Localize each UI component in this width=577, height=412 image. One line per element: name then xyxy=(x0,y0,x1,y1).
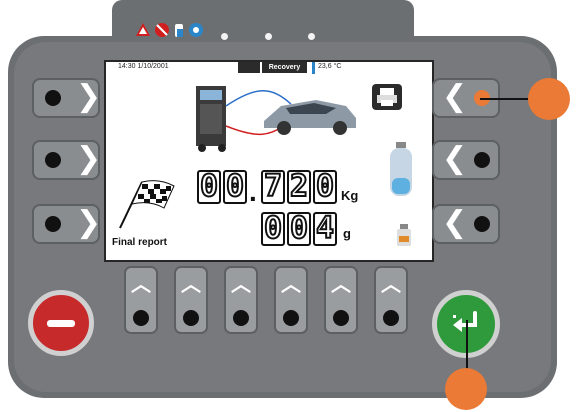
button-dot xyxy=(45,90,61,106)
weight-decimal-point: . xyxy=(249,176,257,207)
callout-marker-bottom xyxy=(445,368,487,410)
amount-digit: 0 xyxy=(261,212,285,246)
chevron-left-icon: ❮ xyxy=(442,205,468,240)
weight-digit: 7 xyxy=(261,170,285,204)
weight-digit: 0 xyxy=(223,170,247,204)
button-dot xyxy=(383,310,399,326)
cancel-button[interactable] xyxy=(28,290,94,356)
car-icon xyxy=(264,100,356,135)
hose-line-top xyxy=(225,90,292,107)
gas-cylinder-icon xyxy=(390,142,412,196)
chevron-right-icon: ❯ xyxy=(76,79,102,114)
chevron-left-icon: ❮ xyxy=(442,141,468,176)
bottom-soft-key-3[interactable]: ︿ xyxy=(224,266,258,334)
thermometer-icon xyxy=(312,62,315,74)
oil-bottle-icon xyxy=(397,224,411,246)
chevron-up-icon: ︿ xyxy=(281,272,301,296)
button-dot xyxy=(45,152,61,168)
weight-digit: 2 xyxy=(287,170,311,204)
callout-marker-top xyxy=(528,78,570,120)
bottom-soft-key-5[interactable]: ︿ xyxy=(324,266,358,334)
right-soft-key-3[interactable]: ❮ xyxy=(432,204,500,244)
left-soft-key-3[interactable]: ❯ xyxy=(32,204,102,244)
checkered-flag-icon xyxy=(119,180,175,229)
weight-digit: 0 xyxy=(197,170,221,204)
bottom-soft-key-4[interactable]: ︿ xyxy=(274,266,308,334)
bottle-icon xyxy=(175,24,183,37)
final-report-label: Final report xyxy=(112,237,168,248)
right-soft-key-2[interactable]: ❮ xyxy=(432,140,500,180)
station-icon xyxy=(196,86,226,152)
machine-icon xyxy=(238,62,260,73)
chevron-up-icon: ︿ xyxy=(131,272,151,296)
callout-line-top xyxy=(480,98,532,100)
left-soft-key-2[interactable]: ❯ xyxy=(32,140,102,180)
weight-digit: 0 xyxy=(313,170,337,204)
bottom-soft-key-1[interactable]: ︿ xyxy=(124,266,158,334)
weight-unit: Kg xyxy=(341,188,359,203)
print-icon[interactable] xyxy=(372,84,402,110)
status-icons xyxy=(136,23,203,37)
chevron-up-icon: ︿ xyxy=(331,272,351,296)
button-dot xyxy=(183,310,199,326)
minus-icon xyxy=(47,320,75,327)
warning-icon xyxy=(136,23,150,36)
indicator-led-2 xyxy=(265,33,272,40)
recovery-diagram xyxy=(196,86,356,152)
indicator-led-1 xyxy=(221,33,228,40)
chevron-left-icon: ❮ xyxy=(442,79,468,114)
no-entry-icon xyxy=(155,23,169,37)
amount-digit: 0 xyxy=(287,212,311,246)
button-dot xyxy=(474,216,490,232)
status-time: 14:30 1/10/2001 xyxy=(118,63,169,70)
chevron-up-icon: ︿ xyxy=(231,272,251,296)
indicator-led-3 xyxy=(308,33,315,40)
chevron-right-icon: ❯ xyxy=(76,141,102,176)
button-dot xyxy=(283,310,299,326)
chevron-right-icon: ❯ xyxy=(76,205,102,240)
amount-unit: g xyxy=(343,226,351,241)
bottom-soft-key-2[interactable]: ︿ xyxy=(174,266,208,334)
chevron-up-icon: ︿ xyxy=(181,272,201,296)
left-soft-key-1[interactable]: ❯ xyxy=(32,78,102,118)
status-mode: Recovery xyxy=(262,62,307,73)
button-dot xyxy=(333,310,349,326)
status-temperature: 23,6 °C xyxy=(318,63,342,70)
button-dot xyxy=(233,310,249,326)
fan-icon xyxy=(189,23,203,37)
button-dot xyxy=(474,152,490,168)
button-dot xyxy=(45,216,61,232)
amount-digit: 4 xyxy=(313,212,337,246)
chevron-up-icon: ︿ xyxy=(381,272,401,296)
bottom-soft-key-6[interactable]: ︿ xyxy=(374,266,408,334)
button-dot xyxy=(133,310,149,326)
